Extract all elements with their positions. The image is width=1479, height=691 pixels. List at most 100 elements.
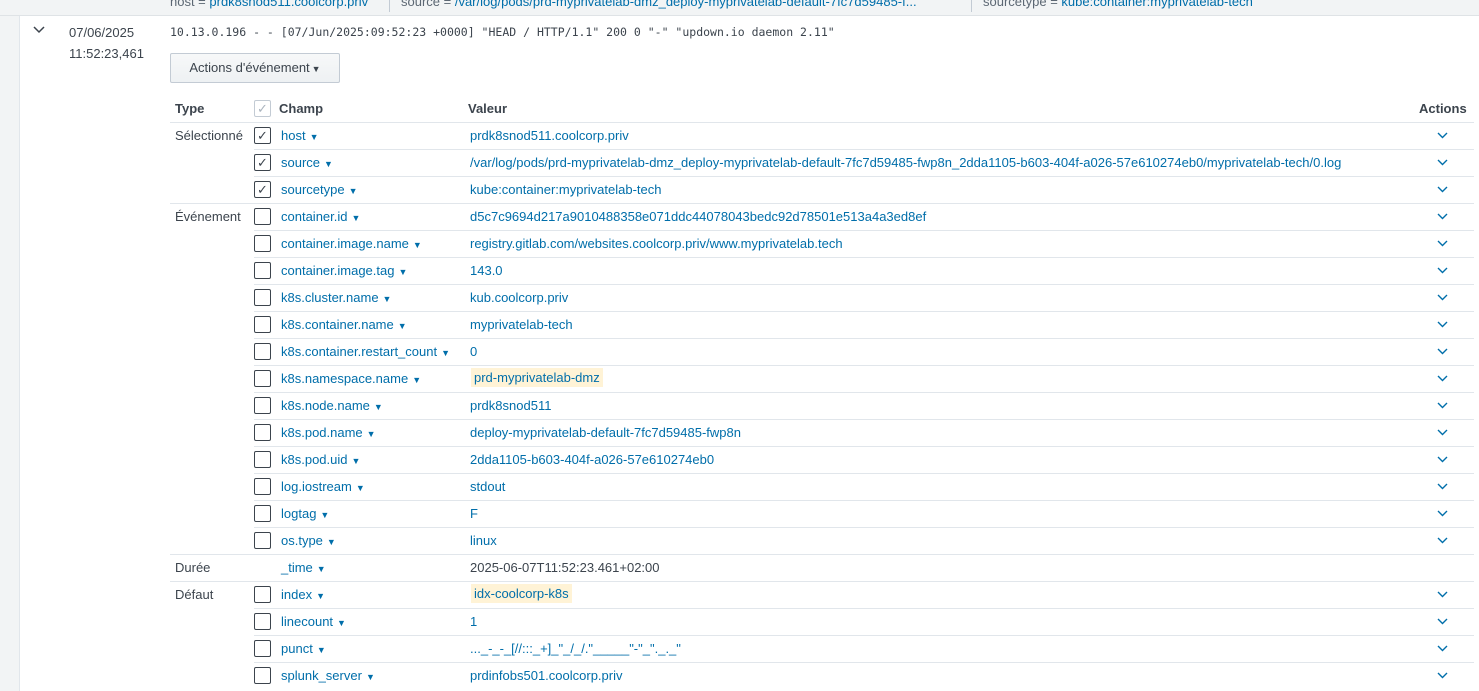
field-value[interactable]: idx-coolcorp-k8s [471,584,572,603]
field-name-dropdown[interactable]: splunk_server ▼ [281,668,375,683]
field-value[interactable]: prdk8snod511 [470,398,551,413]
field-checkbox[interactable]: ✓ [254,127,271,144]
chevron-down-icon[interactable] [1434,586,1450,602]
field-value[interactable]: ..._-_-_[//:::_+]_"_/_/."_____"-"_"._._" [470,641,681,656]
field-name-dropdown[interactable]: k8s.container.name ▼ [281,317,407,332]
field-value[interactable]: myprivatelab-tech [470,317,573,332]
field-name-dropdown[interactable]: linecount ▼ [281,614,346,629]
field-value[interactable]: 0 [470,344,477,359]
chevron-down-icon[interactable] [1434,451,1450,467]
field-checkbox[interactable] [254,316,271,333]
chevron-down-icon[interactable] [1434,640,1450,656]
field-checkbox[interactable] [254,532,271,549]
topbar-source-value[interactable]: /var/log/pods/prd-myprivatelab-dmz_deplo… [455,0,917,9]
chevron-down-icon[interactable] [1434,235,1450,251]
field-name: os.type [281,533,323,548]
chevron-down-icon[interactable] [1434,478,1450,494]
chevron-down-icon[interactable] [1434,532,1450,548]
table-row: logtag ▼ F [170,500,1474,527]
field-name-dropdown[interactable]: k8s.cluster.name ▼ [281,290,391,305]
field-value[interactable]: kube:container:myprivatelab-tech [470,182,662,197]
field-checkbox[interactable] [254,289,271,306]
field-value[interactable]: prdk8snod511.coolcorp.priv [470,128,629,143]
field-checkbox[interactable] [254,640,271,657]
caret-down-icon: ▼ [373,402,383,412]
select-all-checkbox[interactable]: ✓ [254,100,271,117]
field-checkbox[interactable] [254,667,271,684]
chevron-down-icon[interactable] [1434,262,1450,278]
field-name-dropdown[interactable]: logtag ▼ [281,506,329,521]
field-value[interactable]: kub.coolcorp.priv [470,290,568,305]
topbar-host-value[interactable]: prdk8snod511.coolcorp.priv [209,0,368,9]
field-value[interactable]: 1 [470,614,477,629]
field-checkbox[interactable] [254,424,271,441]
field-checkbox[interactable] [254,613,271,630]
field-value[interactable]: deploy-myprivatelab-default-7fc7d59485-f… [470,425,741,440]
chevron-down-icon[interactable] [1434,397,1450,413]
left-rail [0,0,20,691]
row-divider [170,554,1474,555]
chevron-down-icon[interactable] [1434,289,1450,305]
caret-down-icon: ▼ [365,672,375,682]
field-name-dropdown[interactable]: punct ▼ [281,641,326,656]
chevron-down-icon[interactable] [1434,316,1450,332]
field-checkbox[interactable] [254,235,271,252]
event-actions-button[interactable]: Actions d'événement ▼ [170,53,340,83]
field-value[interactable]: /var/log/pods/prd-myprivatelab-dmz_deplo… [470,155,1341,170]
chevron-down-icon[interactable] [1434,424,1450,440]
row-divider [254,473,1474,474]
field-name-dropdown[interactable]: sourcetype ▼ [281,182,358,197]
field-value[interactable]: linux [470,533,497,548]
chevron-down-icon[interactable] [1434,208,1450,224]
field-name-dropdown[interactable]: source ▼ [281,155,333,170]
field-checkbox[interactable] [254,451,271,468]
field-name-dropdown[interactable]: container.image.tag ▼ [281,263,407,278]
field-name-dropdown[interactable]: log.iostream ▼ [281,479,365,494]
field-name-dropdown[interactable]: index ▼ [281,587,325,602]
table-row: k8s.namespace.name ▼ prd-myprivatelab-dmz [170,365,1474,392]
field-value[interactable]: 2dda1105-b603-404f-a026-57e610274eb0 [470,452,714,467]
topbar-sourcetype[interactable]: sourcetype = kube:container:myprivatelab… [983,0,1253,9]
topbar-sourcetype-value[interactable]: kube:container:myprivatelab-tech [1061,0,1253,9]
field-value[interactable]: stdout [470,479,505,494]
chevron-down-icon[interactable] [1434,181,1450,197]
row-divider [254,662,1474,663]
field-value[interactable]: registry.gitlab.com/websites.coolcorp.pr… [470,236,843,251]
topbar-source[interactable]: source = /var/log/pods/prd-myprivatelab-… [401,0,917,9]
field-name-dropdown[interactable]: container.id ▼ [281,209,360,224]
chevron-down-icon[interactable] [1434,370,1450,386]
field-value[interactable]: prd-myprivatelab-dmz [471,368,603,387]
chevron-down-icon[interactable] [32,23,46,37]
field-checkbox[interactable] [254,370,271,387]
field-name-dropdown[interactable]: os.type ▼ [281,533,336,548]
chevron-down-icon[interactable] [1434,613,1450,629]
chevron-down-icon[interactable] [1434,505,1450,521]
field-value[interactable]: prdinfobs501.coolcorp.priv [470,668,622,683]
field-name-dropdown[interactable]: k8s.pod.name ▼ [281,425,376,440]
field-name-dropdown[interactable]: k8s.container.restart_count ▼ [281,344,450,359]
field-name-dropdown[interactable]: k8s.node.name ▼ [281,398,383,413]
field-name-dropdown[interactable]: k8s.namespace.name ▼ [281,371,421,386]
field-value[interactable]: F [470,506,478,521]
field-checkbox[interactable] [254,586,271,603]
field-checkbox[interactable] [254,208,271,225]
field-checkbox[interactable] [254,262,271,279]
field-value[interactable]: d5c7c9694d217a9010488358e071ddc44078043b… [470,209,926,224]
topbar-host[interactable]: host = prdk8snod511.coolcorp.priv [170,0,368,9]
field-checkbox[interactable]: ✓ [254,154,271,171]
field-checkbox[interactable]: ✓ [254,181,271,198]
field-checkbox[interactable] [254,343,271,360]
field-name-dropdown[interactable]: _time ▼ [281,560,326,575]
chevron-down-icon[interactable] [1434,667,1450,683]
table-header: Type ✓ Champ Valeur Actions [170,95,1474,122]
field-name-dropdown[interactable]: container.image.name ▼ [281,236,422,251]
chevron-down-icon[interactable] [1434,343,1450,359]
chevron-down-icon[interactable] [1434,127,1450,143]
field-checkbox[interactable] [254,478,271,495]
field-value[interactable]: 143.0 [470,263,503,278]
field-checkbox[interactable] [254,505,271,522]
chevron-down-icon[interactable] [1434,154,1450,170]
field-checkbox[interactable] [254,397,271,414]
field-name-dropdown[interactable]: host ▼ [281,128,319,143]
field-name-dropdown[interactable]: k8s.pod.uid ▼ [281,452,360,467]
